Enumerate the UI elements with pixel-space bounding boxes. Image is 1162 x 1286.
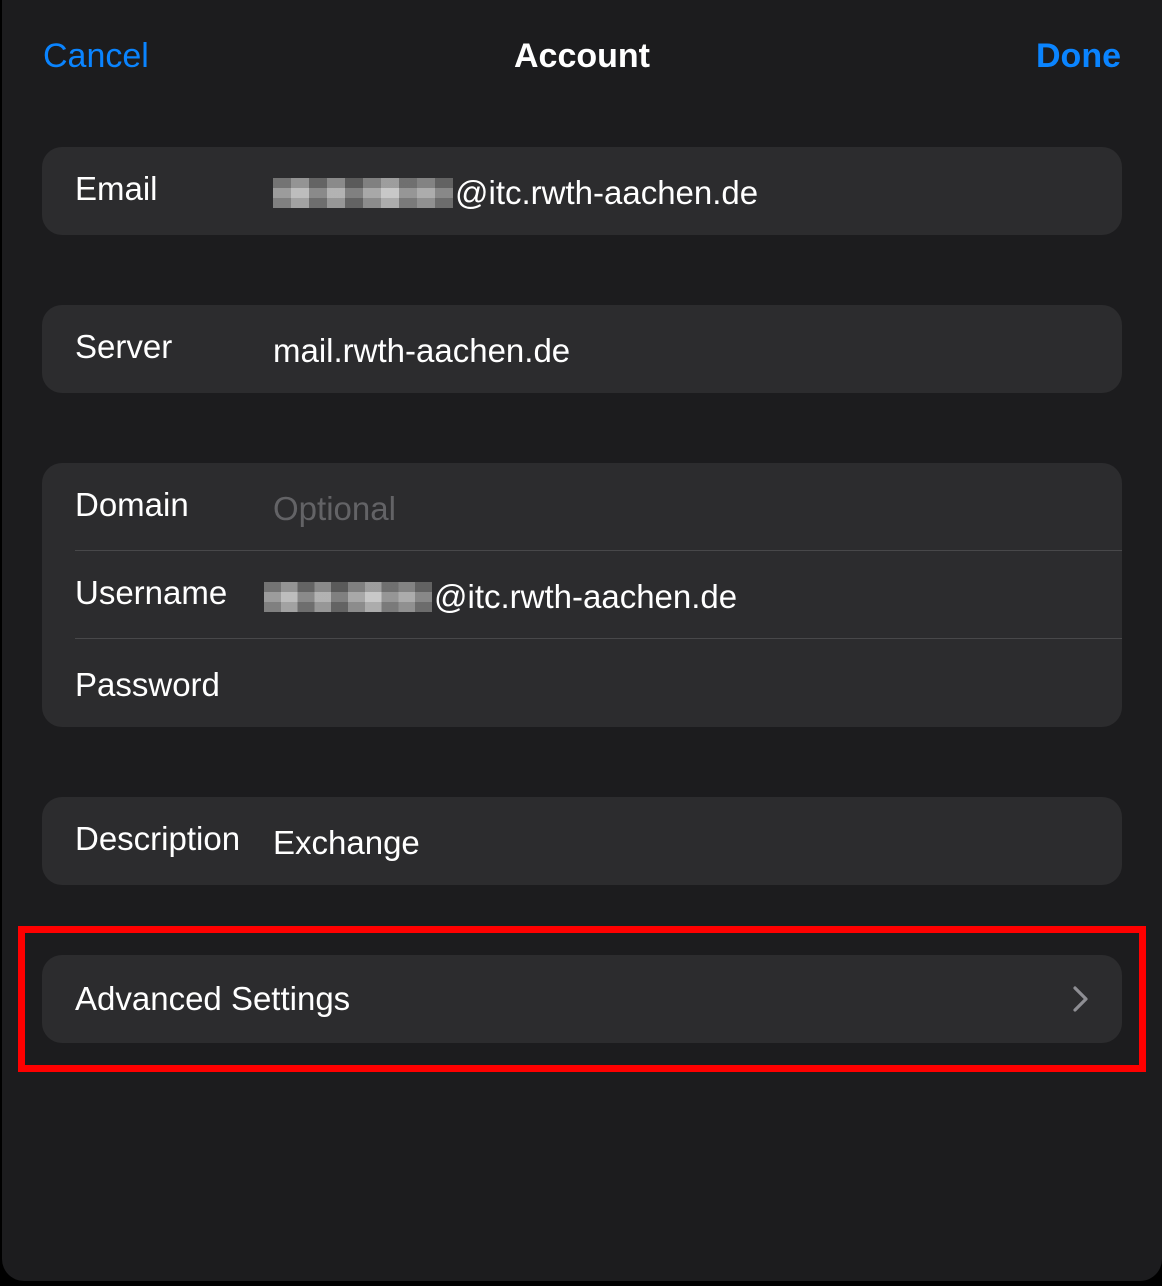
domain-label: Domain bbox=[75, 486, 189, 523]
description-group: Description Exchange bbox=[42, 797, 1122, 885]
domain-field[interactable] bbox=[273, 467, 1073, 551]
server-row[interactable]: Server mail.rwth-aachen.de bbox=[42, 305, 1122, 393]
email-row[interactable]: Email @itc.rwth-aachen.de bbox=[42, 147, 1122, 235]
email-field[interactable]: @itc.rwth-aachen.de bbox=[273, 151, 758, 235]
redacted-email-local-part bbox=[273, 178, 453, 208]
username-label: Username bbox=[75, 574, 228, 611]
email-group: Email @itc.rwth-aachen.de bbox=[42, 147, 1122, 235]
password-label: Password bbox=[75, 666, 220, 703]
done-button[interactable]: Done bbox=[1036, 36, 1121, 76]
description-label: Description bbox=[75, 820, 241, 857]
credentials-group: Domain Username @itc.rwth-aachen.de Pass… bbox=[42, 463, 1122, 727]
domain-row[interactable]: Domain bbox=[42, 463, 1122, 551]
description-row[interactable]: Description Exchange bbox=[42, 797, 1122, 885]
username-field[interactable]: @itc.rwth-aachen.de bbox=[264, 555, 737, 639]
advanced-settings-label: Advanced Settings bbox=[75, 980, 351, 1017]
username-row[interactable]: Username @itc.rwth-aachen.de bbox=[42, 551, 1122, 639]
email-label: Email bbox=[75, 170, 158, 207]
page-title: Account bbox=[514, 37, 650, 75]
server-field[interactable]: mail.rwth-aachen.de bbox=[273, 309, 1073, 393]
password-field[interactable] bbox=[273, 643, 1073, 727]
account-sheet: Cancel Account Done Email @itc.rwth-aach… bbox=[2, 0, 1162, 1281]
username-domain-text: @itc.rwth-aachen.de bbox=[434, 578, 738, 615]
email-domain-text: @itc.rwth-aachen.de bbox=[455, 174, 759, 211]
server-label: Server bbox=[75, 328, 173, 365]
advanced-settings-group: Advanced Settings bbox=[42, 955, 1122, 1043]
redacted-username-local-part bbox=[264, 582, 432, 612]
server-group: Server mail.rwth-aachen.de bbox=[42, 305, 1122, 393]
password-row[interactable]: Password bbox=[42, 639, 1122, 727]
description-field[interactable]: Exchange bbox=[273, 801, 1073, 885]
chevron-right-icon bbox=[1073, 986, 1088, 1012]
advanced-settings-row[interactable]: Advanced Settings bbox=[42, 955, 1122, 1043]
